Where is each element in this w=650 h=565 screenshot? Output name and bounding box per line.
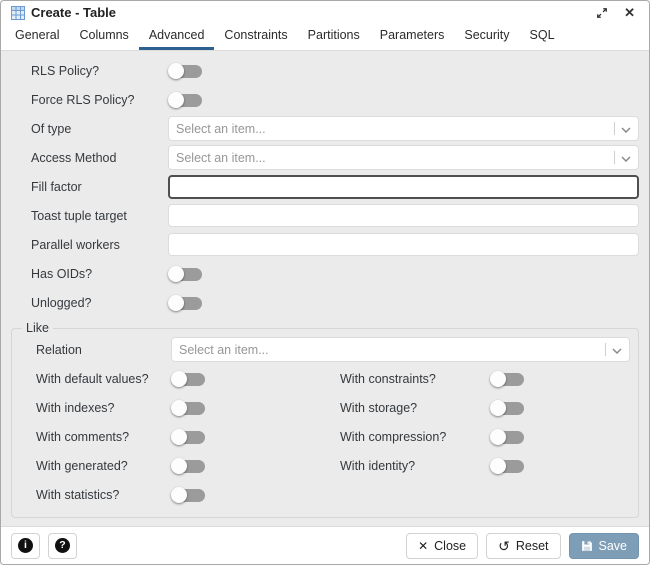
with-default-values-label: With default values? bbox=[36, 371, 149, 386]
of-type-placeholder: Select an item... bbox=[176, 121, 266, 136]
dialog-footer: i ? ✕ Close ↺ Reset Save bbox=[1, 526, 649, 564]
chevron-down-icon bbox=[621, 120, 631, 138]
has-oids-label: Has OIDs? bbox=[31, 266, 93, 281]
form-row: Has OIDs? bbox=[11, 259, 639, 288]
with-comments-toggle[interactable] bbox=[171, 428, 207, 446]
sql-help-button[interactable]: i bbox=[11, 532, 40, 559]
dialog-titlebar: Create - Table ✕ bbox=[1, 1, 649, 24]
with-identity-label: With identity? bbox=[340, 458, 416, 473]
form-row: Parallel workers bbox=[11, 230, 639, 259]
parallel-workers-label: Parallel workers bbox=[31, 237, 120, 252]
access-method-select[interactable]: Select an item... bbox=[168, 145, 639, 170]
of-type-label: Of type bbox=[31, 121, 72, 136]
reset-button-label: Reset bbox=[515, 538, 549, 553]
close-button-label: Close bbox=[434, 538, 467, 553]
rls-policy-label: RLS Policy? bbox=[31, 63, 100, 78]
force-rls-policy-label: Force RLS Policy? bbox=[31, 92, 135, 107]
with-constraints-label: With constraints? bbox=[340, 371, 436, 386]
chevron-down-icon bbox=[621, 149, 631, 167]
with-compression-toggle[interactable] bbox=[490, 428, 526, 446]
dialog-help-button[interactable]: ? bbox=[48, 532, 77, 559]
toast-tuple-target-input[interactable] bbox=[168, 204, 639, 227]
tab-columns[interactable]: Columns bbox=[69, 24, 138, 50]
tab-security[interactable]: Security bbox=[454, 24, 519, 50]
access-method-label: Access Method bbox=[31, 150, 117, 165]
chevron-down-icon bbox=[612, 341, 622, 359]
close-button[interactable]: ✕ Close bbox=[406, 532, 479, 559]
table-grid-icon bbox=[11, 5, 25, 20]
with-storage-label: With storage? bbox=[340, 400, 418, 415]
form-row: RLS Policy? bbox=[11, 56, 639, 85]
dialog-tabbar: General Columns Advanced Constraints Par… bbox=[1, 24, 649, 51]
save-button[interactable]: Save bbox=[568, 532, 639, 559]
relation-select[interactable]: Select an item... bbox=[171, 337, 630, 362]
form-row: With default values? With constraints? bbox=[20, 364, 630, 393]
access-method-placeholder: Select an item... bbox=[176, 150, 266, 165]
toast-tuple-target-label: Toast tuple target bbox=[31, 208, 127, 223]
like-section-legend: Like bbox=[26, 321, 49, 335]
info-icon: i bbox=[18, 538, 33, 553]
fill-factor-label: Fill factor bbox=[31, 179, 82, 194]
reset-icon: ↺ bbox=[498, 537, 510, 554]
form-row: Relation Select an item... bbox=[20, 335, 630, 364]
like-section: Like Relation Select an item... With def… bbox=[11, 321, 639, 518]
has-oids-toggle[interactable] bbox=[168, 265, 204, 283]
with-statistics-label: With statistics? bbox=[36, 487, 120, 502]
maximize-icon[interactable] bbox=[592, 5, 612, 21]
form-row: With generated? With identity? bbox=[20, 451, 630, 480]
with-indexes-label: With indexes? bbox=[36, 400, 115, 415]
tab-parameters[interactable]: Parameters bbox=[370, 24, 455, 50]
rls-policy-toggle[interactable] bbox=[168, 62, 204, 80]
form-row: Force RLS Policy? bbox=[11, 85, 639, 114]
tab-partitions[interactable]: Partitions bbox=[298, 24, 370, 50]
parallel-workers-input[interactable] bbox=[168, 233, 639, 256]
form-row: With comments? With compression? bbox=[20, 422, 630, 451]
tab-constraints[interactable]: Constraints bbox=[214, 24, 297, 50]
fill-factor-input[interactable] bbox=[168, 174, 639, 199]
form-row: Unlogged? bbox=[11, 288, 639, 317]
form-row: Access Method Select an item... bbox=[11, 143, 639, 172]
form-row: With statistics? bbox=[20, 480, 630, 509]
close-x-icon: ✕ bbox=[418, 538, 429, 553]
with-storage-toggle[interactable] bbox=[490, 399, 526, 417]
with-identity-toggle[interactable] bbox=[490, 457, 526, 475]
form-row: Fill factor bbox=[11, 172, 639, 201]
form-row: Toast tuple target bbox=[11, 201, 639, 230]
force-rls-policy-toggle[interactable] bbox=[168, 91, 204, 109]
unlogged-toggle[interactable] bbox=[168, 294, 204, 312]
with-statistics-toggle[interactable] bbox=[171, 486, 207, 504]
with-default-values-toggle[interactable] bbox=[171, 370, 207, 388]
with-generated-label: With generated? bbox=[36, 458, 128, 473]
form-row: Of type Select an item... bbox=[11, 114, 639, 143]
dialog-title: Create - Table bbox=[31, 5, 117, 20]
reset-button[interactable]: ↺ Reset bbox=[486, 532, 561, 559]
tab-general[interactable]: General bbox=[5, 24, 69, 50]
of-type-select[interactable]: Select an item... bbox=[168, 116, 639, 141]
with-compression-label: With compression? bbox=[340, 429, 447, 444]
advanced-tab-panel: RLS Policy? Force RLS Policy? Of type Se… bbox=[1, 51, 649, 526]
with-indexes-toggle[interactable] bbox=[171, 399, 207, 417]
form-row: With indexes? With storage? bbox=[20, 393, 630, 422]
close-icon[interactable]: ✕ bbox=[620, 4, 639, 21]
help-icon: ? bbox=[55, 538, 70, 553]
create-table-dialog: Create - Table ✕ General Columns Advance… bbox=[0, 0, 650, 565]
unlogged-label: Unlogged? bbox=[31, 295, 92, 310]
relation-label: Relation bbox=[36, 342, 82, 357]
save-icon bbox=[581, 540, 593, 552]
with-comments-label: With comments? bbox=[36, 429, 130, 444]
save-button-label: Save bbox=[598, 538, 628, 553]
tab-sql[interactable]: SQL bbox=[520, 24, 565, 50]
with-constraints-toggle[interactable] bbox=[490, 370, 526, 388]
tab-advanced[interactable]: Advanced bbox=[138, 24, 215, 50]
relation-placeholder: Select an item... bbox=[179, 342, 269, 357]
with-generated-toggle[interactable] bbox=[171, 457, 207, 475]
